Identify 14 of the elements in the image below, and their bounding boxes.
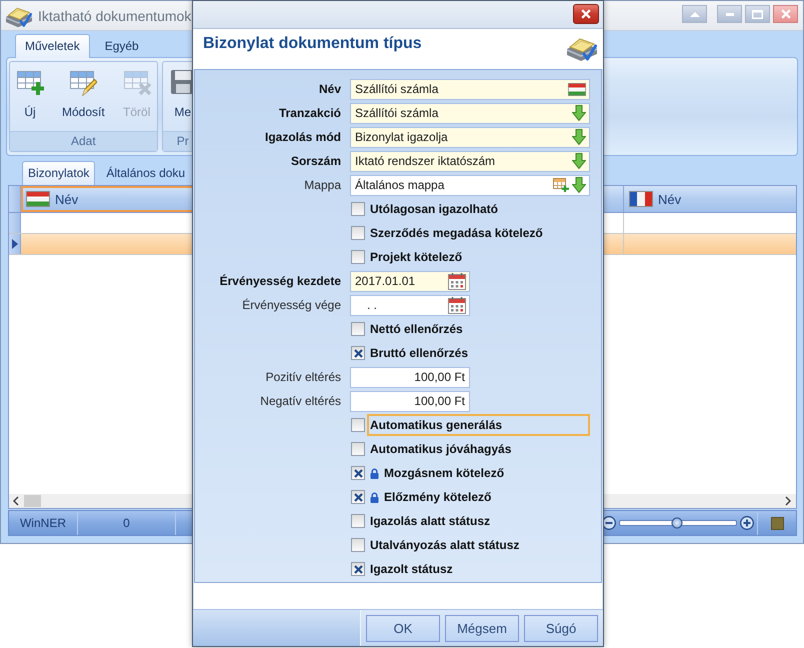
field-label: Érvényesség vége [242,298,341,312]
field-label: Sorszám [290,154,341,168]
dialog-title: Bizonylat dokumentum típus [203,35,422,53]
group-label: Adat [10,131,157,151]
field-label: Negatív eltérés [260,394,341,408]
field-label: Igazolás mód [264,130,341,144]
field-label: Érvényesség kezdete [220,274,341,288]
status-panel: 0 [78,511,176,535]
field-label: Pozitív eltérés [266,370,341,384]
window-title: Iktatható dokumentumok [38,8,192,24]
field-label: Tranzakció [278,106,341,120]
field-label: Mappa [304,178,341,192]
status-panel: WinNER [9,511,78,535]
field-label: Név [318,82,341,96]
